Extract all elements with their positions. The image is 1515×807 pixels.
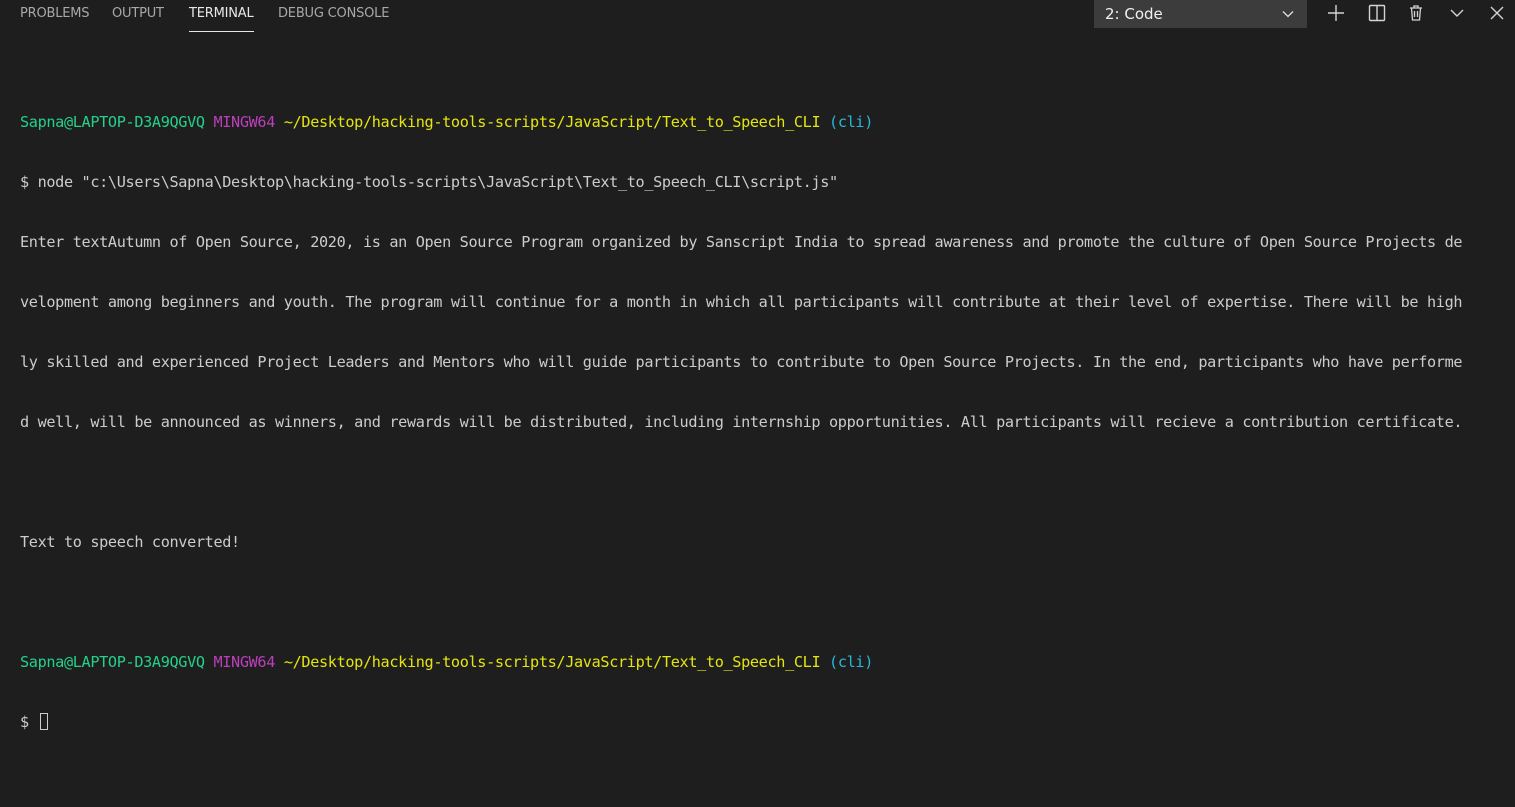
active-tab-indicator bbox=[189, 31, 254, 32]
new-terminal-button[interactable] bbox=[1325, 2, 1347, 24]
tab-terminal[interactable]: TERMINAL bbox=[189, 0, 254, 32]
prompt-system: MINGW64 bbox=[213, 653, 276, 671]
plus-icon bbox=[1328, 5, 1344, 21]
prompt-line: Sapna@LAPTOP-D3A9QGVQ MINGW64 ~/Desktop/… bbox=[20, 652, 1500, 672]
prompt-user-host: Sapna@LAPTOP-D3A9QGVQ bbox=[20, 653, 205, 671]
prompt-branch: (cli) bbox=[829, 653, 874, 671]
final-prompt: $ bbox=[20, 713, 38, 731]
panel-header: PROBLEMS OUTPUT TERMINAL DEBUG CONSOLE 2… bbox=[0, 0, 1515, 32]
split-terminal-button[interactable] bbox=[1366, 2, 1388, 24]
terminal-instance-select[interactable]: 2: Code bbox=[1094, 0, 1307, 28]
terminal-output[interactable]: Sapna@LAPTOP-D3A9QGVQ MINGW64 ~/Desktop/… bbox=[20, 72, 1500, 752]
chevron-down-icon bbox=[1282, 11, 1294, 18]
prompt-system: MINGW64 bbox=[213, 113, 276, 131]
split-icon bbox=[1368, 4, 1386, 22]
prompt-user-host: Sapna@LAPTOP-D3A9QGVQ bbox=[20, 113, 205, 131]
close-panel-button[interactable] bbox=[1486, 2, 1508, 24]
prompt-path: ~/Desktop/hacking-tools-scripts/JavaScri… bbox=[283, 113, 821, 131]
terminal-cursor bbox=[39, 713, 48, 730]
output-line: ly skilled and experienced Project Leade… bbox=[20, 353, 1463, 371]
prompt-path: ~/Desktop/hacking-tools-scripts/JavaScri… bbox=[283, 653, 821, 671]
tab-debug-console[interactable]: DEBUG CONSOLE bbox=[278, 0, 389, 30]
input-line[interactable]: $ bbox=[20, 712, 1500, 732]
prompt-line: Sapna@LAPTOP-D3A9QGVQ MINGW64 ~/Desktop/… bbox=[20, 112, 1500, 132]
prompt-branch: (cli) bbox=[829, 113, 874, 131]
tab-output[interactable]: OUTPUT bbox=[112, 0, 164, 30]
tab-problems[interactable]: PROBLEMS bbox=[20, 0, 90, 30]
converted-message: Text to speech converted! bbox=[20, 533, 240, 551]
kill-terminal-button[interactable] bbox=[1405, 2, 1427, 24]
chevron-down-icon bbox=[1450, 9, 1464, 17]
maximize-panel-button[interactable] bbox=[1446, 2, 1468, 24]
terminal-instance-label: 2: Code bbox=[1105, 5, 1163, 23]
command-line: $ node "c:\Users\Sapna\Desktop\hacking-t… bbox=[20, 173, 838, 191]
output-line: Enter textAutumn of Open Source, 2020, i… bbox=[20, 233, 1463, 251]
trash-icon bbox=[1410, 5, 1422, 21]
tab-terminal-label: TERMINAL bbox=[189, 6, 254, 21]
output-line: velopment among beginners and youth. The… bbox=[20, 293, 1463, 311]
close-icon bbox=[1490, 6, 1504, 20]
output-line: d well, will be announced as winners, an… bbox=[20, 413, 1463, 431]
